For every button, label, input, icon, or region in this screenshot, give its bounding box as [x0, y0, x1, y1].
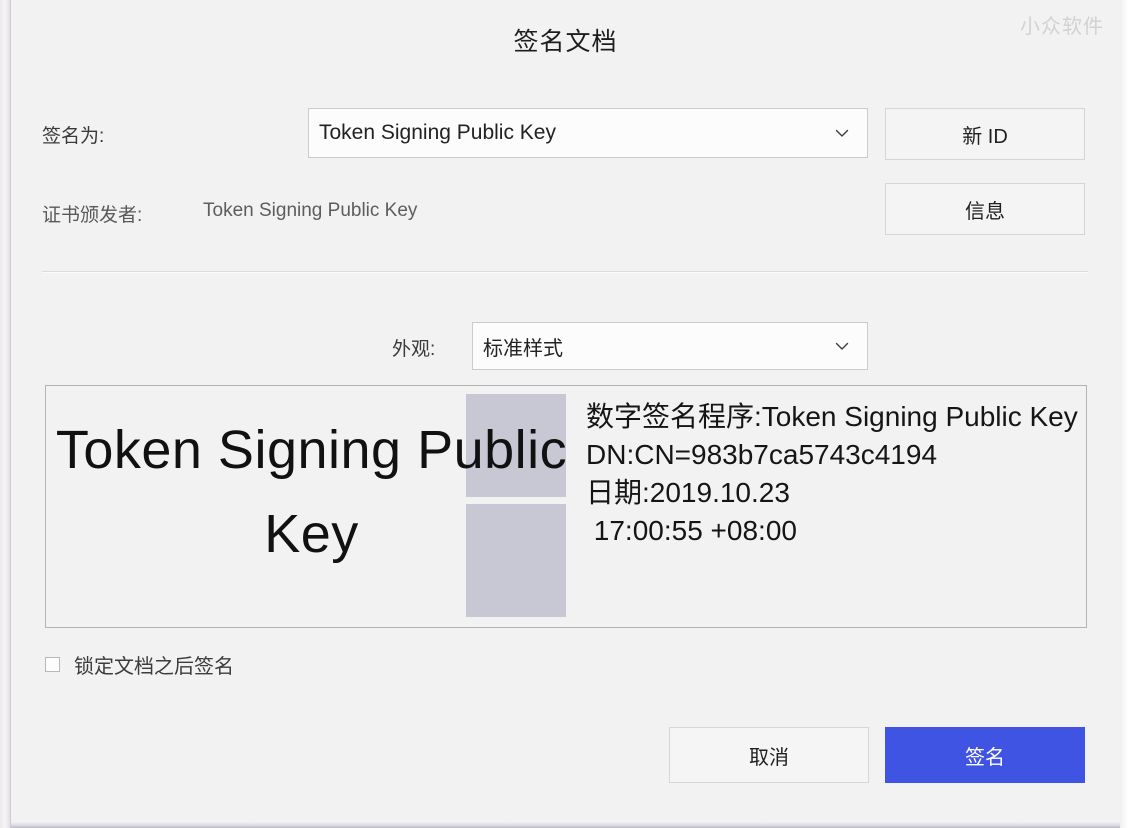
signature-preview-name: Token Signing Public Key — [55, 420, 568, 564]
sign-document-dialog: 签名文档 小众软件 签名为: Token Signing Public Key … — [0, 0, 1128, 828]
signature-preview-details: 数字签名程序:Token Signing Public Key DN:CN=98… — [586, 401, 1078, 546]
chevron-down-icon — [833, 337, 851, 355]
chevron-down-icon — [833, 124, 851, 142]
lock-after-sign-row[interactable]: 锁定文档之后签名 — [45, 650, 234, 679]
window-left-edge — [0, 0, 11, 828]
title-bar: 签名文档 小众软件 — [11, 0, 1120, 80]
watermark-label: 小众软件 — [1020, 16, 1104, 38]
window-bottom-edge — [11, 822, 1120, 828]
section-divider — [42, 271, 1088, 273]
appearance-select-value: 标准样式 — [483, 337, 563, 360]
page-title: 签名文档 — [513, 28, 618, 56]
sign-as-label: 签名为: — [42, 126, 105, 147]
new-id-button[interactable]: 新 ID — [885, 108, 1085, 160]
lock-after-sign-checkbox[interactable] — [45, 657, 60, 672]
appearance-select[interactable]: 标准样式 — [472, 322, 868, 370]
sign-as-select[interactable]: Token Signing Public Key — [308, 108, 868, 158]
sign-as-select-value: Token Signing Public Key — [319, 121, 556, 144]
certificate-issuer-label: 证书颁发者: — [42, 205, 143, 226]
certificate-issuer-value: Token Signing Public Key — [203, 200, 418, 221]
info-button[interactable]: 信息 — [885, 183, 1085, 235]
lock-after-sign-label: 锁定文档之后签名 — [74, 656, 234, 678]
cancel-button[interactable]: 取消 — [669, 727, 869, 783]
signature-preview-panel: Token Signing Public Key 数字签名程序:Token Si… — [45, 385, 1087, 628]
window-right-edge — [1120, 0, 1128, 828]
dialog-body: 签名文档 小众软件 签名为: Token Signing Public Key … — [11, 0, 1120, 822]
appearance-label: 外观: — [392, 339, 436, 360]
sign-button[interactable]: 签名 — [885, 727, 1085, 783]
